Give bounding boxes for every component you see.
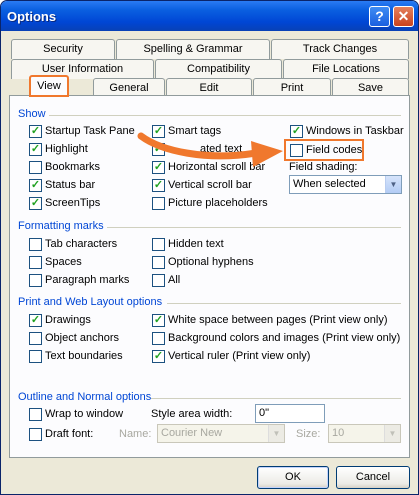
bookmarks-label: Bookmarks [45,161,101,173]
tab-characters-checkbox[interactable] [29,238,42,251]
text-boundaries-checkbox[interactable] [29,350,42,363]
field-shading-value: When selected [293,178,366,190]
draft-font-label: Draft font: [45,428,94,440]
bookmarks-checkbox[interactable] [29,161,42,174]
font-size-value: 10 [332,427,345,439]
formatting-divider [107,227,401,228]
highlight-checkbox[interactable]: ✓ [29,143,42,156]
font-name-select: Courier New ▼ [157,424,285,443]
paragraph-marks-checkbox[interactable] [29,274,42,287]
screentips-label: ScreenTips [45,197,101,209]
field-shading-select[interactable]: When selected ▼ [289,175,402,194]
check-icon: ✓ [153,125,164,137]
animated-text-checkbox[interactable]: ✓ [152,143,165,156]
vertical-ruler-label: Vertical ruler (Print view only) [168,350,311,362]
status-bar-label: Status bar [45,179,96,191]
dropdown-arrow-icon[interactable]: ▼ [385,176,401,193]
vertical-scroll-bar-checkbox[interactable]: ✓ [152,179,165,192]
ok-button[interactable]: OK [257,466,329,489]
check-icon: ✓ [153,143,164,155]
formatting-marks-heading: Formatting marks [18,220,104,232]
check-icon: ✓ [153,350,164,362]
field-codes-label: Field codes [306,144,363,156]
check-icon: ✓ [291,125,302,137]
all-checkbox[interactable] [152,274,165,287]
picture-placeholders-checkbox[interactable] [152,197,165,210]
drawings-checkbox[interactable]: ✓ [29,314,42,327]
horizontal-scroll-bar-label: Horizontal scroll bar [168,161,266,173]
view-tab-content: Show ✓ Startup Task Pane ✓ Highlight Boo… [1,1,418,494]
check-icon: ✓ [30,197,41,209]
font-size-label: Size: [296,428,321,440]
dropdown-arrow-icon: ▼ [384,425,400,442]
check-icon: ✓ [30,143,41,155]
background-colors-checkbox[interactable] [152,332,165,345]
hidden-text-checkbox[interactable] [152,238,165,251]
screentips-checkbox[interactable]: ✓ [29,197,42,210]
font-size-select: 10 ▼ [328,424,401,443]
hidden-text-label: Hidden text [168,238,224,250]
options-dialog: Options ? ✕ Security Spelling & Grammar … [0,0,419,495]
style-area-width-label: Style area width: [151,408,233,420]
outline-divider [151,398,401,399]
cancel-button[interactable]: Cancel [336,466,410,489]
dropdown-arrow-icon: ▼ [268,425,284,442]
paragraph-marks-label: Paragraph marks [45,274,130,286]
outline-heading: Outline and Normal options [18,391,152,403]
spaces-label: Spaces [45,256,82,268]
startup-task-pane-checkbox[interactable]: ✓ [29,125,42,138]
draft-font-checkbox[interactable] [29,428,42,441]
print-layout-divider [167,303,401,304]
text-boundaries-label: Text boundaries [45,350,123,362]
check-icon: ✓ [30,179,41,191]
white-space-checkbox[interactable]: ✓ [152,314,165,327]
wrap-to-window-checkbox[interactable] [29,408,42,421]
windows-in-taskbar-label: Windows in Taskbar [306,125,404,137]
tab-characters-label: Tab characters [45,238,118,250]
show-heading: Show [18,108,46,120]
status-bar-checkbox[interactable]: ✓ [29,179,42,192]
smart-tags-checkbox[interactable]: ✓ [152,125,165,138]
font-name-value: Courier New [161,427,223,439]
optional-hyphens-label: Optional hyphens [168,256,254,268]
background-colors-label: Background colors and images (Print view… [168,332,401,344]
highlight-label: Highlight [45,143,88,155]
wrap-to-window-label: Wrap to window [45,408,124,420]
smart-tags-label: Smart tags [168,125,222,137]
vertical-scroll-bar-label: Vertical scroll bar [168,179,252,191]
check-icon: ✓ [30,125,41,137]
object-anchors-label: Object anchors [45,332,119,344]
field-shading-label: Field shading: [289,161,358,173]
check-icon: ✓ [153,161,164,173]
all-label: All [168,274,181,286]
animated-text-label: ated text [200,143,243,155]
vertical-ruler-checkbox[interactable]: ✓ [152,350,165,363]
check-icon: ✓ [153,314,164,326]
windows-in-taskbar-checkbox[interactable]: ✓ [290,125,303,138]
print-layout-heading: Print and Web Layout options [18,296,163,308]
object-anchors-checkbox[interactable] [29,332,42,345]
white-space-label: White space between pages (Print view on… [168,314,388,326]
field-codes-checkbox[interactable] [290,144,303,157]
drawings-label: Drawings [45,314,91,326]
font-name-label: Name: [119,428,152,440]
show-divider [49,115,401,116]
check-icon: ✓ [153,179,164,191]
optional-hyphens-checkbox[interactable] [152,256,165,269]
startup-task-pane-label: Startup Task Pane [45,125,135,137]
style-area-width-input[interactable]: 0" [255,404,325,423]
spaces-checkbox[interactable] [29,256,42,269]
horizontal-scroll-bar-checkbox[interactable]: ✓ [152,161,165,174]
check-icon: ✓ [30,314,41,326]
picture-placeholders-label: Picture placeholders [168,197,268,209]
